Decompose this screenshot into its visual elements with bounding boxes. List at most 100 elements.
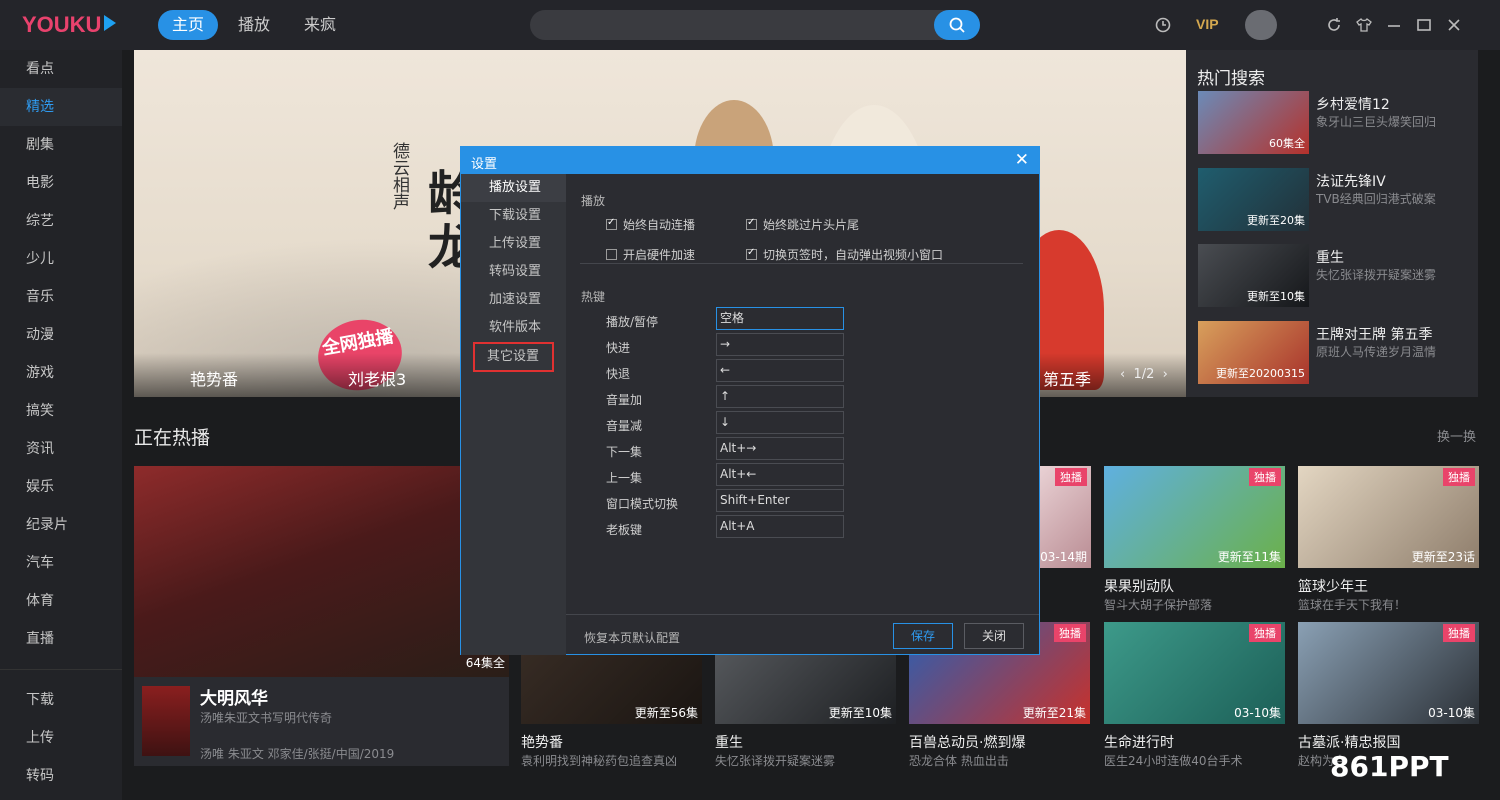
hotkey-input-boss-key[interactable]: Alt+A [716, 515, 844, 538]
hot-item[interactable]: 更新至10集 重生 失忆张译拨开疑案迷雾 [1198, 244, 1468, 307]
prev-icon[interactable]: ‹ [1120, 367, 1125, 382]
maximize-icon[interactable] [1416, 17, 1432, 33]
top-bar: YOUKU 主页 播放 来疯 VIP [0, 0, 1500, 50]
avatar[interactable] [1245, 10, 1277, 40]
checkbox-box[interactable] [606, 217, 617, 230]
next-icon[interactable]: › [1163, 367, 1168, 382]
dialog-header[interactable]: 设置 ✕ [461, 147, 1039, 174]
sidebar-item-upload[interactable]: 上传 [0, 719, 122, 757]
save-button[interactable]: 保存 [893, 623, 953, 649]
refresh-link[interactable]: 换一换 [1437, 426, 1476, 445]
video-card[interactable]: 独播 03-14期 [1040, 466, 1091, 606]
exclusive-tag: 独播 [1443, 468, 1475, 486]
sidebar-item[interactable]: 资讯 [0, 430, 122, 468]
checkbox-label: 开启硬件加速 [623, 248, 696, 262]
sidebar-item[interactable]: 剧集 [0, 126, 122, 164]
sidebar-item[interactable]: 少儿 [0, 240, 122, 278]
youku-logo[interactable]: YOUKU [22, 12, 117, 38]
sidebar-item[interactable]: 游戏 [0, 354, 122, 392]
sidebar-item[interactable]: 娱乐 [0, 468, 122, 506]
sidebar-item[interactable]: 音乐 [0, 278, 122, 316]
close-button[interactable]: 关闭 [964, 623, 1024, 649]
checkbox-box[interactable] [746, 247, 757, 260]
card-title: 艳势番 [521, 735, 563, 751]
skin-icon[interactable] [1356, 17, 1372, 33]
hotkey-input-prev-episode[interactable]: Alt+← [716, 463, 844, 486]
hotkey-input-volume-up[interactable]: ↑ [716, 385, 844, 408]
featured-title: 大明风华 [200, 689, 268, 709]
search-input[interactable] [530, 10, 980, 40]
banner-caption[interactable]: 刘老根3 [348, 366, 406, 390]
sidebar-item[interactable]: 直播 [0, 620, 122, 658]
video-card[interactable]: 独播 03-10集 生命进行时 医生24小时连做40台手术 [1104, 622, 1285, 768]
checkbox-mini-window[interactable]: 切换页签时，自动弹出视频小窗口 [746, 246, 943, 263]
menu-software-version[interactable]: 软件版本 [461, 314, 566, 342]
hotkey-input-play-pause[interactable]: 空格 [716, 307, 844, 330]
hot-search-panel: 热门搜索 60集全 乡村爱情12 象牙山三巨头爆笑回归 更新至20集 法证先锋I… [1186, 50, 1478, 397]
hotkey-label: 播放/暂停 [606, 315, 659, 329]
menu-other-settings[interactable]: 其它设置 [473, 342, 554, 372]
card-episode: 03-10集 [1428, 706, 1475, 720]
menu-transcode-settings[interactable]: 转码设置 [461, 258, 566, 286]
hot-tag: 更新至20集 [1247, 214, 1305, 227]
sidebar-item[interactable]: 体育 [0, 582, 122, 620]
video-card[interactable]: 独播 更新至11集 果果别动队 智斗大胡子保护部落 [1104, 466, 1285, 612]
history-icon[interactable] [1155, 17, 1171, 33]
menu-upload-settings[interactable]: 上传设置 [461, 230, 566, 258]
card-title: 古墓派·精忠报国 [1298, 735, 1401, 751]
hotkey-input-next-episode[interactable]: Alt+→ [716, 437, 844, 460]
hot-thumb: 更新至20200315 [1198, 321, 1309, 384]
close-icon[interactable]: ✕ [1015, 150, 1029, 170]
vip-link[interactable]: VIP [1196, 16, 1219, 32]
banner-caption[interactable]: 第五季 [1043, 366, 1091, 390]
card-episode: 更新至11集 [1217, 550, 1281, 564]
sidebar-item[interactable]: 纪录片 [0, 506, 122, 544]
close-window-icon[interactable] [1446, 17, 1462, 33]
sidebar-item[interactable]: 搞笑 [0, 392, 122, 430]
banner-pager[interactable]: ‹ 1/2 › [1120, 367, 1168, 382]
divider [580, 263, 1023, 264]
checkbox-skip-intro[interactable]: 始终跳过片头片尾 [746, 216, 859, 233]
checkbox-hw-accel[interactable]: 开启硬件加速 [606, 246, 695, 263]
card-desc: 恐龙合体 热血出击 [909, 754, 1009, 768]
sidebar-item[interactable]: 综艺 [0, 202, 122, 240]
nav-laifeng[interactable]: 来疯 [290, 10, 350, 40]
hotkey-input-window-mode[interactable]: Shift+Enter [716, 489, 844, 512]
hot-desc: TVB经典回归港式破案 [1316, 192, 1436, 206]
menu-download-settings[interactable]: 下载设置 [461, 202, 566, 230]
hot-item[interactable]: 更新至20集 法证先锋IV TVB经典回归港式破案 [1198, 168, 1468, 231]
sidebar-item[interactable]: 动漫 [0, 316, 122, 354]
sidebar-item[interactable]: 汽车 [0, 544, 122, 582]
sidebar-divider [0, 669, 122, 670]
menu-play-settings[interactable]: 播放设置 [461, 174, 566, 202]
sidebar-item[interactable]: 精选 [0, 88, 122, 126]
video-card[interactable]: 独播 03-10集 古墓派·精忠报国 赵构为夺 [1298, 622, 1479, 768]
hotkey-label: 快进 [606, 341, 631, 355]
menu-accelerate-settings[interactable]: 加速设置 [461, 286, 566, 314]
restore-defaults-link[interactable]: 恢复本页默认配置 [584, 629, 680, 646]
sidebar-item[interactable]: 看点 [0, 50, 122, 88]
banner-caption[interactable]: 艳势番 [190, 366, 238, 390]
hot-item[interactable]: 60集全 乡村爱情12 象牙山三巨头爆笑回归 [1198, 91, 1468, 154]
checkbox-box[interactable] [606, 249, 617, 260]
hotkey-input-volume-down[interactable]: ↓ [716, 411, 844, 434]
nav-home[interactable]: 主页 [158, 10, 219, 40]
featured-card[interactable]: 64集全 大明风华 汤唯朱亚文书写明代传奇 汤唯 朱亚文 邓家佳/张挺/中国/2… [134, 466, 509, 766]
hotkey-input-rewind[interactable]: ← [716, 359, 844, 382]
sidebar-item-transcode[interactable]: 转码 [0, 757, 122, 795]
search-button[interactable] [934, 10, 980, 40]
hotkey-input-forward[interactable]: → [716, 333, 844, 356]
checkbox-box[interactable] [746, 217, 757, 230]
video-card[interactable]: 独播 更新至23话 篮球少年王 篮球在手天下我有！ [1298, 466, 1479, 612]
minimize-icon[interactable] [1386, 17, 1402, 33]
hot-item[interactable]: 更新至20200315 王牌对王牌 第五季 原班人马传递岁月温情 [1198, 321, 1468, 384]
sidebar: 看点 精选 剧集 电影 综艺 少儿 音乐 动漫 游戏 搞笑 资讯 娱乐 纪录片 … [0, 50, 122, 800]
hot-tag: 60集全 [1269, 137, 1305, 150]
sidebar-item-download[interactable]: 下载 [0, 681, 122, 719]
top-nav: 主页 播放 来疯 [158, 10, 356, 40]
checkbox-autoplay[interactable]: 始终自动连播 [606, 216, 695, 233]
refresh-icon[interactable] [1326, 17, 1342, 33]
nav-play[interactable]: 播放 [224, 10, 284, 40]
sidebar-item[interactable]: 电影 [0, 164, 122, 202]
exclusive-tag: 独播 [1249, 468, 1281, 486]
